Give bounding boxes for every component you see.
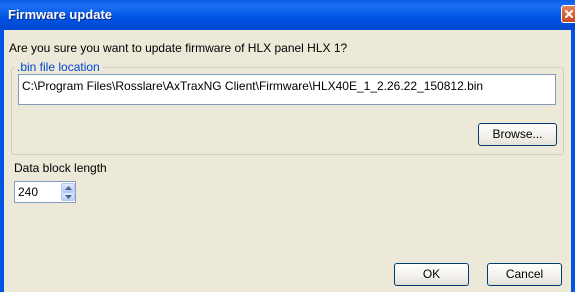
close-icon [565, 10, 573, 18]
window-title: Firmware update [8, 7, 113, 22]
dialog-body: Are you sure you want to update firmware… [4, 30, 571, 292]
data-block-length-label: Data block length [14, 161, 107, 175]
confirmation-question: Are you sure you want to update firmware… [9, 41, 348, 55]
browse-button[interactable]: Browse... [478, 123, 557, 146]
title-bar[interactable]: Firmware update [0, 0, 575, 30]
firmware-update-dialog: Firmware update Are you sure you want to… [0, 0, 575, 292]
arrow-up-icon [65, 186, 72, 190]
data-block-length-spinner[interactable]: 240 [14, 181, 76, 203]
cancel-button[interactable]: Cancel [487, 263, 562, 286]
spin-up-button[interactable] [61, 183, 75, 192]
data-block-length-value[interactable]: 240 [18, 185, 38, 199]
ok-button[interactable]: OK [394, 263, 469, 286]
close-button[interactable] [561, 5, 575, 23]
arrow-down-icon [65, 195, 72, 199]
bin-path-field[interactable]: C:\Program Files\Rosslare\AxTraxNG Clien… [18, 74, 556, 105]
spin-down-button[interactable] [61, 192, 75, 201]
bin-file-location-label: .bin file location [15, 60, 102, 74]
